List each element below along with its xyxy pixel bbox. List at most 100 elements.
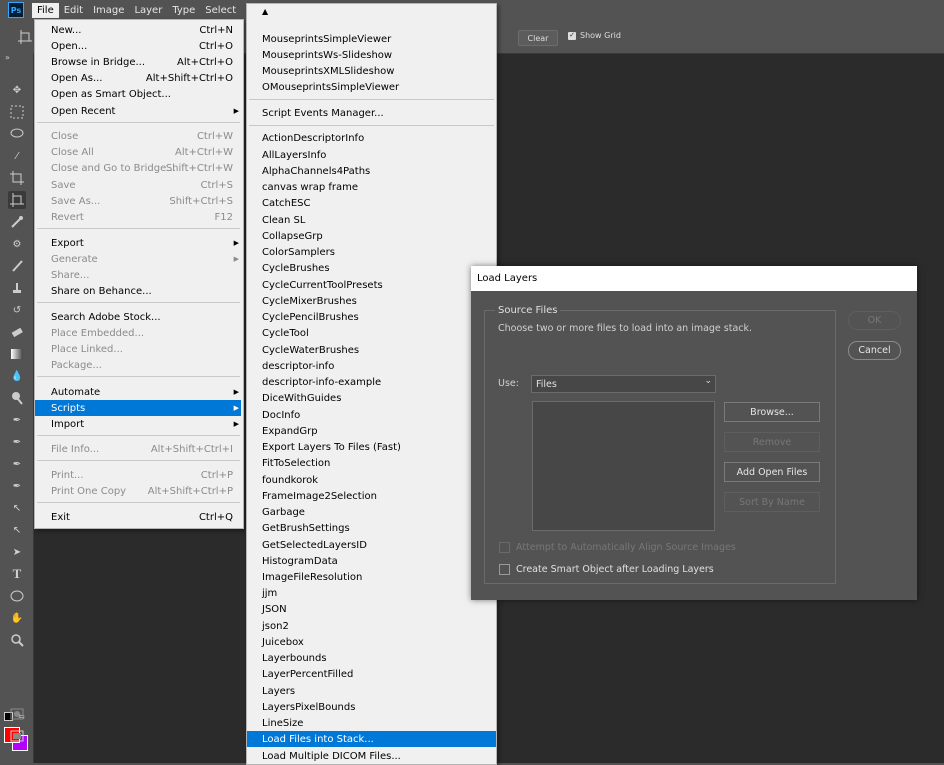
script-item[interactable]: DiceWithGuides xyxy=(247,390,496,406)
script-item[interactable]: OMouseprintsSimpleViewer xyxy=(247,79,496,95)
crop-frame-tool-icon[interactable] xyxy=(18,30,32,44)
curvature-pen-tool-icon[interactable]: ✒ xyxy=(8,455,26,473)
menu-item-export[interactable]: Export ▶ xyxy=(35,235,241,251)
use-dropdown[interactable]: Files ⌄ xyxy=(531,375,716,393)
remove-button[interactable]: Remove xyxy=(724,432,820,452)
menu-item-browse-in-bridge[interactable]: Browse in Bridge... Alt+Ctrl+O xyxy=(35,54,241,70)
menu-file[interactable]: File xyxy=(32,2,59,18)
script-item[interactable]: MouseprintsSimpleViewer xyxy=(247,31,496,47)
script-item[interactable]: GetSelectedLayersID xyxy=(247,537,496,553)
script-item[interactable]: AlphaChannels4Paths xyxy=(247,163,496,179)
script-item[interactable]: ColorSamplers xyxy=(247,244,496,260)
dodge-tool-icon[interactable] xyxy=(8,389,26,407)
script-item[interactable]: foundkorok xyxy=(247,472,496,488)
menu-item-revert[interactable]: Revert F12 xyxy=(35,209,241,225)
auto-align-checkbox[interactable]: Attempt to Automatically Align Source Im… xyxy=(499,542,736,553)
menu-item-scripts[interactable]: Scripts ▶ xyxy=(35,400,241,416)
script-events-manager-item[interactable]: Script Events Manager... xyxy=(247,105,496,121)
blur-tool-icon[interactable]: 💧 xyxy=(8,367,26,385)
menu-image[interactable]: Image xyxy=(88,3,129,18)
history-brush-tool-icon[interactable]: ↺ xyxy=(8,301,26,319)
script-item[interactable]: CycleCurrentToolPresets xyxy=(247,277,496,293)
menu-item-search-adobe-stock[interactable]: Search Adobe Stock... xyxy=(35,309,241,325)
photoshop-logo[interactable]: Ps xyxy=(8,2,24,18)
script-item[interactable]: descriptor-info xyxy=(247,358,496,374)
menu-item-close-and-go-to-bridge[interactable]: Close and Go to Bridge... Shift+Ctrl+W xyxy=(35,160,241,176)
script-item[interactable]: CycleWaterBrushes xyxy=(247,342,496,358)
freeform-pen-tool-icon[interactable]: ✒ xyxy=(8,433,26,451)
menu-item-import[interactable]: Import ▶ xyxy=(35,416,241,432)
script-item[interactable]: Garbage xyxy=(247,504,496,520)
script-item[interactable]: ExpandGrp xyxy=(247,423,496,439)
ellipse-tool-icon[interactable] xyxy=(8,587,26,605)
create-smart-object-checkbox[interactable]: Create Smart Object after Loading Layers xyxy=(499,564,714,575)
add-open-files-button[interactable]: Add Open Files xyxy=(724,462,820,482)
double-chevron-icon[interactable]: » xyxy=(5,53,10,62)
script-item[interactable]: CollapseGrp xyxy=(247,228,496,244)
menu-item-close[interactable]: Close Ctrl+W xyxy=(35,128,241,144)
zoom-tool-icon[interactable] xyxy=(8,631,26,649)
script-item[interactable]: jjm xyxy=(247,585,496,601)
script-item[interactable]: DocInfo xyxy=(247,407,496,423)
script-item[interactable]: CycleBrushes xyxy=(247,260,496,276)
script-item[interactable]: ActionDescriptorInfo xyxy=(247,130,496,146)
menu-item-automate[interactable]: Automate ▶ xyxy=(35,384,241,400)
script-item[interactable]: descriptor-info-example xyxy=(247,374,496,390)
frame-tool-icon[interactable] xyxy=(8,191,26,209)
script-item[interactable]: CyclePencilBrushes xyxy=(247,309,496,325)
script-item[interactable]: FrameImage2Selection xyxy=(247,488,496,504)
menu-item-new[interactable]: New... Ctrl+N xyxy=(35,22,241,38)
menu-item-place-linked[interactable]: Place Linked... xyxy=(35,341,241,357)
path-arrow-tool-icon[interactable]: ➤ xyxy=(8,543,26,561)
script-item[interactable]: LayersPixelBounds xyxy=(247,699,496,715)
path-selection-tool-icon[interactable]: ↖ xyxy=(8,499,26,517)
marquee-tool-icon[interactable] xyxy=(8,103,26,121)
eraser-tool-icon[interactable] xyxy=(8,323,26,341)
scroll-up-arrow-icon[interactable]: ▲ xyxy=(262,7,268,16)
load-files-into-stack-item[interactable]: Load Files into Stack... xyxy=(247,731,496,747)
script-item[interactable]: json2 xyxy=(247,618,496,634)
move-tool-icon[interactable]: ✥ xyxy=(8,81,26,99)
menu-item-open-as[interactable]: Open As... Alt+Shift+Ctrl+O xyxy=(35,70,241,86)
healing-brush-tool-icon[interactable]: ⚙ xyxy=(8,235,26,253)
script-item[interactable]: AllLayersInfo xyxy=(247,147,496,163)
direct-selection-tool-icon[interactable]: ↖ xyxy=(8,521,26,539)
script-item[interactable]: CatchESC xyxy=(247,195,496,211)
menu-item-open-as-smart-object[interactable]: Open as Smart Object... xyxy=(35,86,241,102)
script-item[interactable]: Juicebox xyxy=(247,634,496,650)
menu-type[interactable]: Type xyxy=(167,3,200,18)
script-item[interactable]: Load Multiple DICOM Files... xyxy=(247,748,496,764)
script-item[interactable]: LineSize xyxy=(247,715,496,731)
script-item[interactable]: Layerbounds xyxy=(247,650,496,666)
script-item[interactable]: FitToSelection xyxy=(247,455,496,471)
script-item[interactable]: Layers xyxy=(247,683,496,699)
script-item[interactable]: canvas wrap frame xyxy=(247,179,496,195)
hand-tool-icon[interactable]: ✋ xyxy=(8,609,26,627)
script-item[interactable]: GetBrushSettings xyxy=(247,520,496,536)
script-item[interactable]: LayerPercentFilled xyxy=(247,666,496,682)
file-list[interactable] xyxy=(532,401,715,531)
lasso-tool-icon[interactable] xyxy=(8,125,26,143)
cancel-button[interactable]: Cancel xyxy=(848,341,901,360)
eyedropper-tool-icon[interactable] xyxy=(8,213,26,231)
sort-by-name-button[interactable]: Sort By Name xyxy=(724,492,820,512)
menu-item-save-as[interactable]: Save As... Shift+Ctrl+S xyxy=(35,193,241,209)
menu-item-save[interactable]: Save Ctrl+S xyxy=(35,177,241,193)
script-item[interactable]: ImageFileResolution xyxy=(247,569,496,585)
menu-item-generate[interactable]: Generate ▶ xyxy=(35,251,241,267)
menu-item-package[interactable]: Package... xyxy=(35,357,241,373)
menu-item-close-all[interactable]: Close All Alt+Ctrl+W xyxy=(35,144,241,160)
script-item[interactable]: CycleMixerBrushes xyxy=(247,293,496,309)
menu-item-open[interactable]: Open... Ctrl+O xyxy=(35,38,241,54)
brush-tool-icon[interactable] xyxy=(8,257,26,275)
menu-item-print[interactable]: Print... Ctrl+P xyxy=(35,467,241,483)
menu-select[interactable]: Select xyxy=(200,3,241,18)
script-item[interactable]: CycleTool xyxy=(247,325,496,341)
script-item[interactable]: Export Layers To Files (Fast) xyxy=(247,439,496,455)
screen-mode-icon[interactable] xyxy=(8,727,26,745)
script-item[interactable]: JSON xyxy=(247,601,496,617)
dialog-titlebar[interactable]: Load Layers xyxy=(471,266,917,291)
pen-tool-icon[interactable]: ✒ xyxy=(8,411,26,429)
browse-button[interactable]: Browse... xyxy=(724,402,820,422)
show-grid-checkbox[interactable]: ✓ Show Grid xyxy=(568,31,621,40)
